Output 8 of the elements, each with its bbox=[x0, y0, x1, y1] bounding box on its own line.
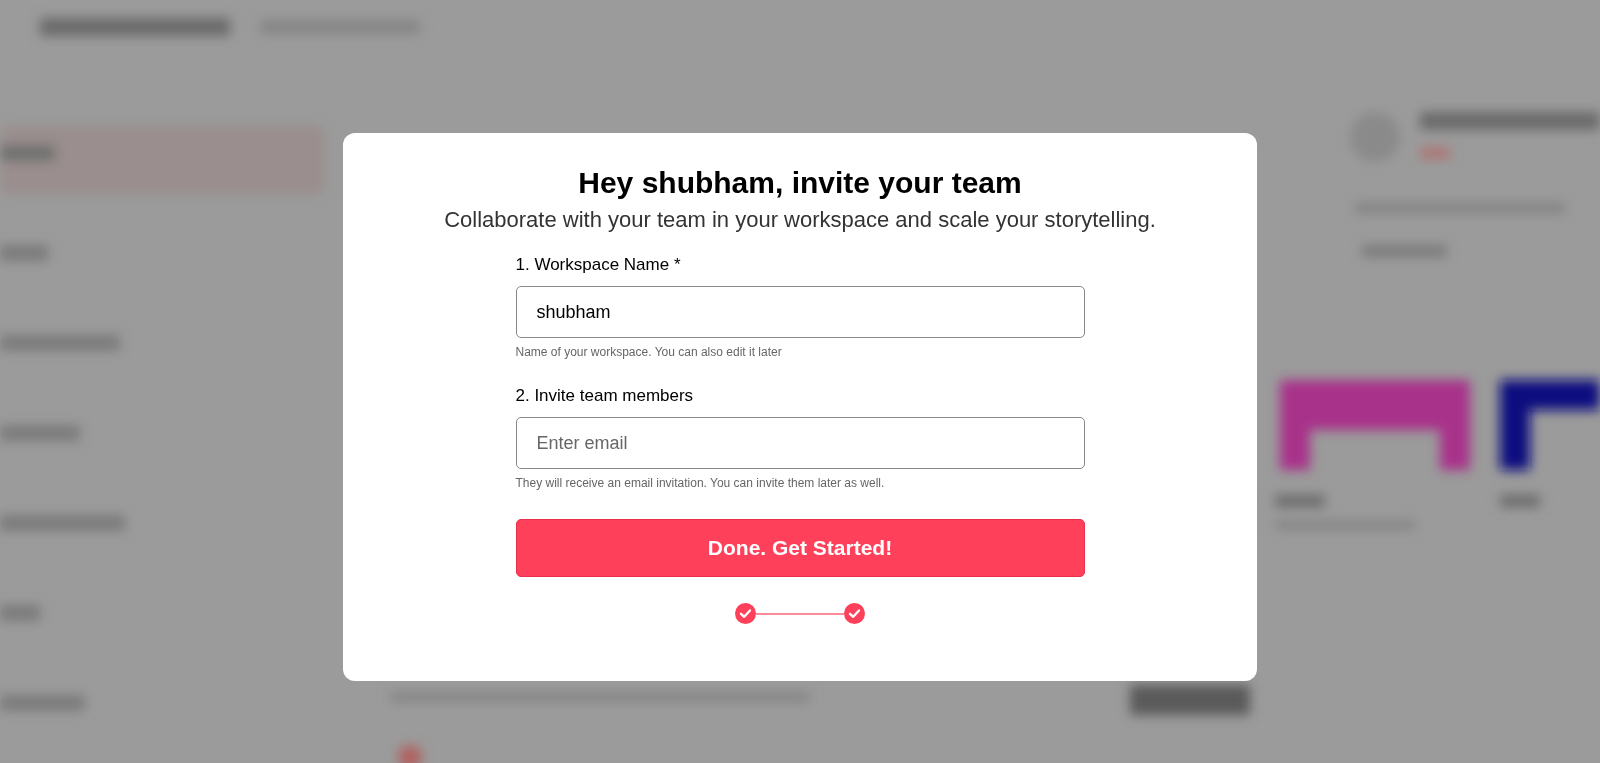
help-text: They will receive an email invitation. You can invite them later as well. bbox=[515, 475, 886, 491]
dialog-subtitle: Collaborate with your team in your workspace and scale your storytelling. bbox=[444, 206, 1156, 234]
workspace-name-field[interactable]: shubham bbox=[515, 286, 1085, 338]
dialog-title: Hey shubham, invite your team bbox=[578, 165, 1022, 201]
field-label: 2. Invite team members bbox=[515, 385, 695, 407]
help-text: Name of your workspace. You can also edit it later bbox=[515, 344, 783, 360]
email-field[interactable]: Enter email bbox=[515, 417, 1085, 469]
field-label: 1. Workspace Name * bbox=[515, 254, 682, 276]
